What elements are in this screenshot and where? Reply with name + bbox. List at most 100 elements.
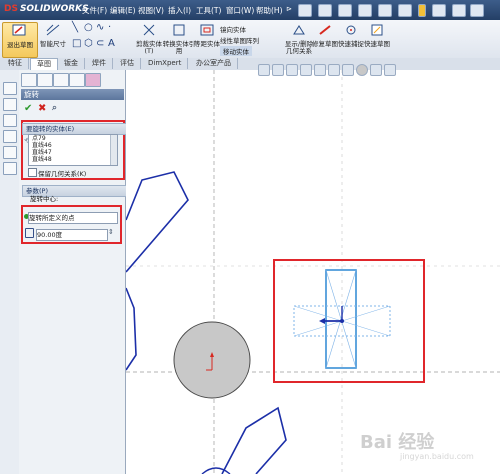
property-manager-icon[interactable]	[3, 98, 17, 111]
config-tab-icon[interactable]	[53, 73, 69, 87]
circle-tool-icon[interactable]: ○	[84, 22, 93, 33]
display-style-icon[interactable]	[328, 64, 340, 76]
sketch-polygon-lower[interactable]	[221, 406, 287, 475]
feature-tree-tab-icon[interactable]	[21, 73, 37, 87]
rebuild-icon[interactable]	[418, 4, 426, 17]
view-orientation-icon[interactable]	[314, 64, 326, 76]
angle-input[interactable]: 90.00度	[36, 229, 108, 241]
smart-dimension-icon	[46, 24, 60, 36]
trim-button[interactable]: 剪裁实体(T)	[132, 22, 166, 56]
rapid-sketch-button[interactable]: 快速草图	[360, 22, 394, 56]
tab-features[interactable]: 特征	[2, 58, 29, 69]
left-icon-strip	[0, 70, 20, 474]
open-icon[interactable]	[318, 4, 332, 17]
rapid-sketch-icon	[371, 24, 383, 36]
angle-spinner-icon[interactable]: ⇕	[108, 228, 114, 236]
rectangle-tool-icon[interactable]: □	[72, 38, 81, 49]
relations-icon	[293, 25, 305, 35]
dimxpert-manager-icon[interactable]	[3, 130, 17, 143]
scene-icon[interactable]	[370, 64, 382, 76]
pin-icon[interactable]: ⊳	[286, 5, 292, 13]
rotation-arrow-icon[interactable]	[319, 318, 325, 324]
sketch-polygon-upper[interactable]	[125, 171, 189, 273]
tab-evaluate[interactable]: 评估	[114, 58, 141, 69]
property-tab-icon[interactable]	[37, 73, 53, 87]
sketch-canvas[interactable]	[125, 70, 500, 475]
menu-view[interactable]: 视图(V)	[138, 5, 164, 16]
ok-button[interactable]: ✔	[24, 103, 32, 114]
list-item[interactable]: 直线48	[32, 157, 52, 163]
rotation-center-field[interactable]: 旋转所定义的点	[28, 212, 118, 224]
convert-entities-icon	[173, 24, 185, 36]
line-tool-icon[interactable]: ╲	[72, 22, 78, 33]
menu-file[interactable]: 文件(F)	[82, 5, 107, 16]
move-entities-button[interactable]: 移动实体	[220, 46, 252, 56]
keep-relations-label: 保留几何关系(K)	[38, 170, 87, 178]
feature-manager-icon[interactable]	[3, 82, 17, 95]
zoom-fit-icon[interactable]	[258, 64, 270, 76]
tab-sheet-metal[interactable]: 钣金	[58, 58, 85, 69]
tab-dimxpert[interactable]: DimXpert	[142, 58, 189, 69]
graphics-area[interactable]	[125, 70, 500, 475]
new-icon[interactable]	[298, 4, 312, 17]
mirror-entities-button[interactable]: 镜向实体	[220, 24, 246, 34]
solidworks-logo[interactable]: DS SOLIDWORKS	[4, 4, 89, 14]
listbox-scrollbar[interactable]	[110, 135, 117, 165]
rotate-panel-title: 旋转	[21, 89, 124, 100]
appearance-sphere-icon[interactable]	[356, 64, 368, 76]
select-icon[interactable]	[398, 4, 412, 17]
print-icon[interactable]	[358, 4, 372, 17]
entities-listbox[interactable]: 点79 直线46 直线47 直线48	[28, 134, 118, 166]
options-icon[interactable]	[432, 4, 446, 17]
repair-sketch-icon	[319, 25, 331, 35]
linear-pattern-button[interactable]: 线性草图阵列	[220, 35, 259, 45]
watermark-logo: Bai 经验	[360, 432, 435, 453]
spline-tool-icon[interactable]: ∿	[96, 22, 104, 33]
rotation-center-point[interactable]	[340, 319, 344, 323]
text-tool-icon[interactable]: A	[108, 38, 115, 49]
dimxpert-tab-icon[interactable]	[69, 73, 85, 87]
menu-insert[interactable]: 插入(I)	[168, 5, 191, 16]
help-icon[interactable]: ⌕	[52, 103, 57, 113]
undo-icon[interactable]	[378, 4, 392, 17]
cancel-button[interactable]: ✖	[38, 103, 46, 114]
save-icon[interactable]	[338, 4, 352, 17]
tab-weldments[interactable]: 焊件	[86, 58, 113, 69]
display-manager-icon[interactable]	[3, 146, 17, 159]
configuration-manager-icon[interactable]	[3, 114, 17, 127]
menu-edit[interactable]: 编辑(E)	[110, 5, 136, 16]
offset-entities-icon	[200, 24, 214, 36]
smart-dimension-button[interactable]: 智能尺寸	[36, 22, 70, 56]
section-view-icon[interactable]	[300, 64, 312, 76]
watermark-url: jingyan.baidu.com	[400, 452, 474, 461]
tab-sketch[interactable]: 草图	[30, 58, 58, 70]
command-manager: 退出草图 智能尺寸 ╲ ○ ∿ · □ ⬡ ⊂ A 剪裁实体(T) 转换实体引用…	[0, 20, 500, 59]
hide-show-icon[interactable]	[342, 64, 354, 76]
zoom-area-icon[interactable]	[272, 64, 284, 76]
selection-highlight-box	[273, 259, 425, 383]
menu-help[interactable]: 帮助(H)	[256, 5, 283, 16]
slot-tool-icon[interactable]: ⊂	[96, 38, 104, 49]
sketch-polygon-left[interactable]	[125, 287, 137, 371]
offset-entities-label: 等距实体	[194, 40, 220, 48]
polygon-tool-icon[interactable]: ⬡	[84, 38, 93, 49]
trim-icon	[143, 24, 155, 36]
offset-entities-button[interactable]: 等距实体	[190, 22, 224, 56]
settings-icon[interactable]	[470, 4, 484, 17]
exit-sketch-label: 退出草图	[7, 41, 33, 49]
smart-dimension-label: 智能尺寸	[40, 40, 66, 48]
file-properties-icon[interactable]	[452, 4, 466, 17]
keep-relations-checkbox[interactable]	[28, 168, 37, 177]
angle-icon	[25, 228, 34, 238]
appearance-icon[interactable]	[3, 162, 17, 175]
panel-tabs	[21, 73, 123, 87]
point-tool-icon[interactable]: ·	[108, 22, 111, 33]
exit-sketch-button[interactable]: 退出草图	[2, 22, 38, 58]
menu-window[interactable]: 窗口(W)	[226, 5, 254, 16]
display-tab-icon[interactable]	[85, 73, 101, 87]
tab-office-products[interactable]: 办公室产品	[190, 58, 238, 69]
menu-tools[interactable]: 工具(T)	[196, 5, 221, 16]
previous-view-icon[interactable]	[286, 64, 298, 76]
view-settings-icon[interactable]	[384, 64, 396, 76]
sketch-arc-lower[interactable]	[201, 467, 231, 475]
